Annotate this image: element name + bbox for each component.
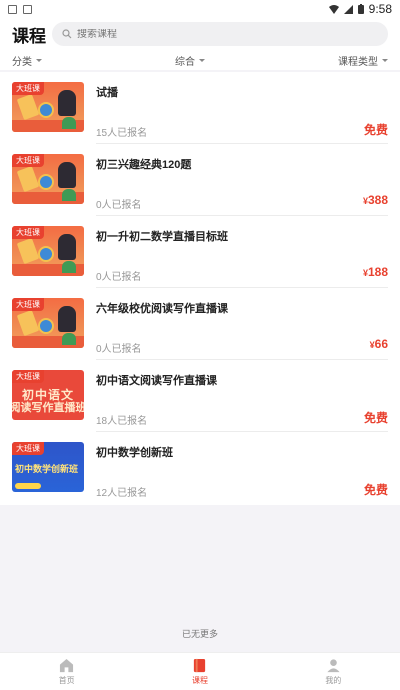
- user-icon: [327, 658, 340, 672]
- wifi-icon: [328, 4, 339, 14]
- course-price: ¥66: [370, 337, 388, 351]
- home-icon: [60, 658, 74, 672]
- enrolled-count: 0人已报名: [96, 272, 142, 283]
- search-input[interactable]: [77, 28, 378, 40]
- end-of-list-text: 已无更多: [181, 629, 218, 639]
- notification-icon: [8, 4, 17, 14]
- search-icon: [62, 29, 72, 39]
- course-title: 六年级校优阅读写作直播课: [96, 303, 228, 315]
- course-item[interactable]: 大班课 初一升初二数学直播目标班 0人已报名 ¥188: [0, 216, 400, 288]
- caret-down-icon: [199, 58, 205, 62]
- course-thumbnail: 大班课: [12, 82, 84, 132]
- course-price: ¥388: [363, 193, 388, 207]
- course-item[interactable]: 大班课 六年级校优阅读写作直播课 0人已报名 ¥66: [0, 288, 400, 360]
- class-type-badge: 大班课: [12, 154, 44, 167]
- filter-course-type[interactable]: 课程类型: [338, 53, 388, 68]
- price-value: 188: [367, 265, 388, 279]
- course-price: 免费: [364, 481, 388, 498]
- page-title: 课程: [12, 26, 46, 46]
- price-value: 388: [367, 193, 388, 207]
- price-value: 免费: [363, 483, 388, 497]
- course-thumbnail: 大班课: [12, 154, 84, 204]
- tab-label: 我的: [325, 675, 342, 685]
- enrolled-count: 0人已报名: [96, 344, 142, 355]
- price-value: 66: [374, 337, 388, 351]
- tab-label: 课程: [191, 675, 208, 685]
- course-item[interactable]: 大班课 初中语文 阅读写作直播班 初中语文阅读写作直播课 18人已报名 免费: [0, 360, 400, 432]
- price-value: 免费: [363, 123, 388, 137]
- class-type-badge: 大班课: [12, 82, 44, 95]
- book-icon: [194, 658, 206, 672]
- bottom-tab-bar: 首页 课程 我的: [0, 652, 400, 690]
- course-title: 初中语文阅读写作直播课: [96, 375, 217, 387]
- search-bar[interactable]: [52, 22, 388, 46]
- course-title: 初中数学创新班: [96, 447, 173, 459]
- course-item[interactable]: 大班课 初三兴趣经典120题 0人已报名 ¥388: [0, 144, 400, 216]
- course-item[interactable]: 大班课 初中数学创新班 初中数学创新班 12人已报名 免费: [0, 432, 400, 504]
- filter-bar: 分类 综合 课程类型: [0, 50, 400, 70]
- enrolled-count: 0人已报名: [96, 200, 142, 211]
- signal-icon: [343, 4, 353, 14]
- class-type-badge: 大班课: [12, 226, 44, 239]
- price-value: 免费: [363, 411, 388, 425]
- class-type-badge: 大班课: [12, 298, 44, 311]
- filter-label: 课程类型: [338, 56, 378, 68]
- notification-icon: [23, 4, 32, 14]
- thumbnail-text: 初中语文: [21, 387, 74, 402]
- thumbnail-text: 初中数学创新班: [15, 464, 79, 474]
- enrolled-count: 18人已报名: [96, 416, 148, 427]
- course-item[interactable]: 大班课 试播 15人已报名 免费: [0, 72, 400, 144]
- status-bar: 9:58: [0, 0, 400, 18]
- class-type-badge: 大班课: [12, 370, 44, 383]
- tab-home[interactable]: 首页: [0, 653, 133, 690]
- tab-courses[interactable]: 课程: [133, 653, 266, 690]
- course-title: 初一升初二数学直播目标班: [96, 231, 228, 243]
- filter-category[interactable]: 分类: [12, 53, 42, 68]
- battery-icon: [357, 4, 364, 14]
- caret-down-icon: [36, 58, 42, 62]
- course-title: 初三兴趣经典120题: [96, 159, 192, 171]
- enrolled-count: 12人已报名: [96, 488, 148, 499]
- course-thumbnail: 大班课 初中数学创新班: [12, 442, 84, 492]
- course-thumbnail: 大班课 初中语文 阅读写作直播班: [12, 370, 84, 420]
- course-thumbnail: 大班课: [12, 298, 84, 348]
- course-title: 试播: [96, 87, 118, 99]
- filter-label: 分类: [12, 56, 32, 68]
- status-indicators: 9:58: [328, 2, 392, 16]
- thumbnail-text: 阅读写作直播班: [12, 401, 84, 414]
- course-list: 大班课 试播 15人已报名 免费 大班课 初三兴趣经典120题 0人已报名 ¥3…: [0, 72, 400, 505]
- enrolled-count: 15人已报名: [96, 128, 148, 139]
- caret-down-icon: [382, 58, 388, 62]
- tab-profile[interactable]: 我的: [267, 653, 400, 690]
- filter-sort[interactable]: 综合: [175, 53, 205, 68]
- status-time: 9:58: [368, 2, 392, 16]
- course-thumbnail: 大班课: [12, 226, 84, 276]
- class-type-badge: 大班课: [12, 442, 44, 455]
- tab-label: 首页: [58, 675, 75, 685]
- header: 课程: [0, 18, 400, 50]
- course-price: 免费: [364, 121, 388, 138]
- filter-label: 综合: [175, 56, 195, 68]
- course-price: ¥188: [363, 265, 388, 279]
- course-price: 免费: [364, 409, 388, 426]
- status-notifications: [8, 4, 32, 14]
